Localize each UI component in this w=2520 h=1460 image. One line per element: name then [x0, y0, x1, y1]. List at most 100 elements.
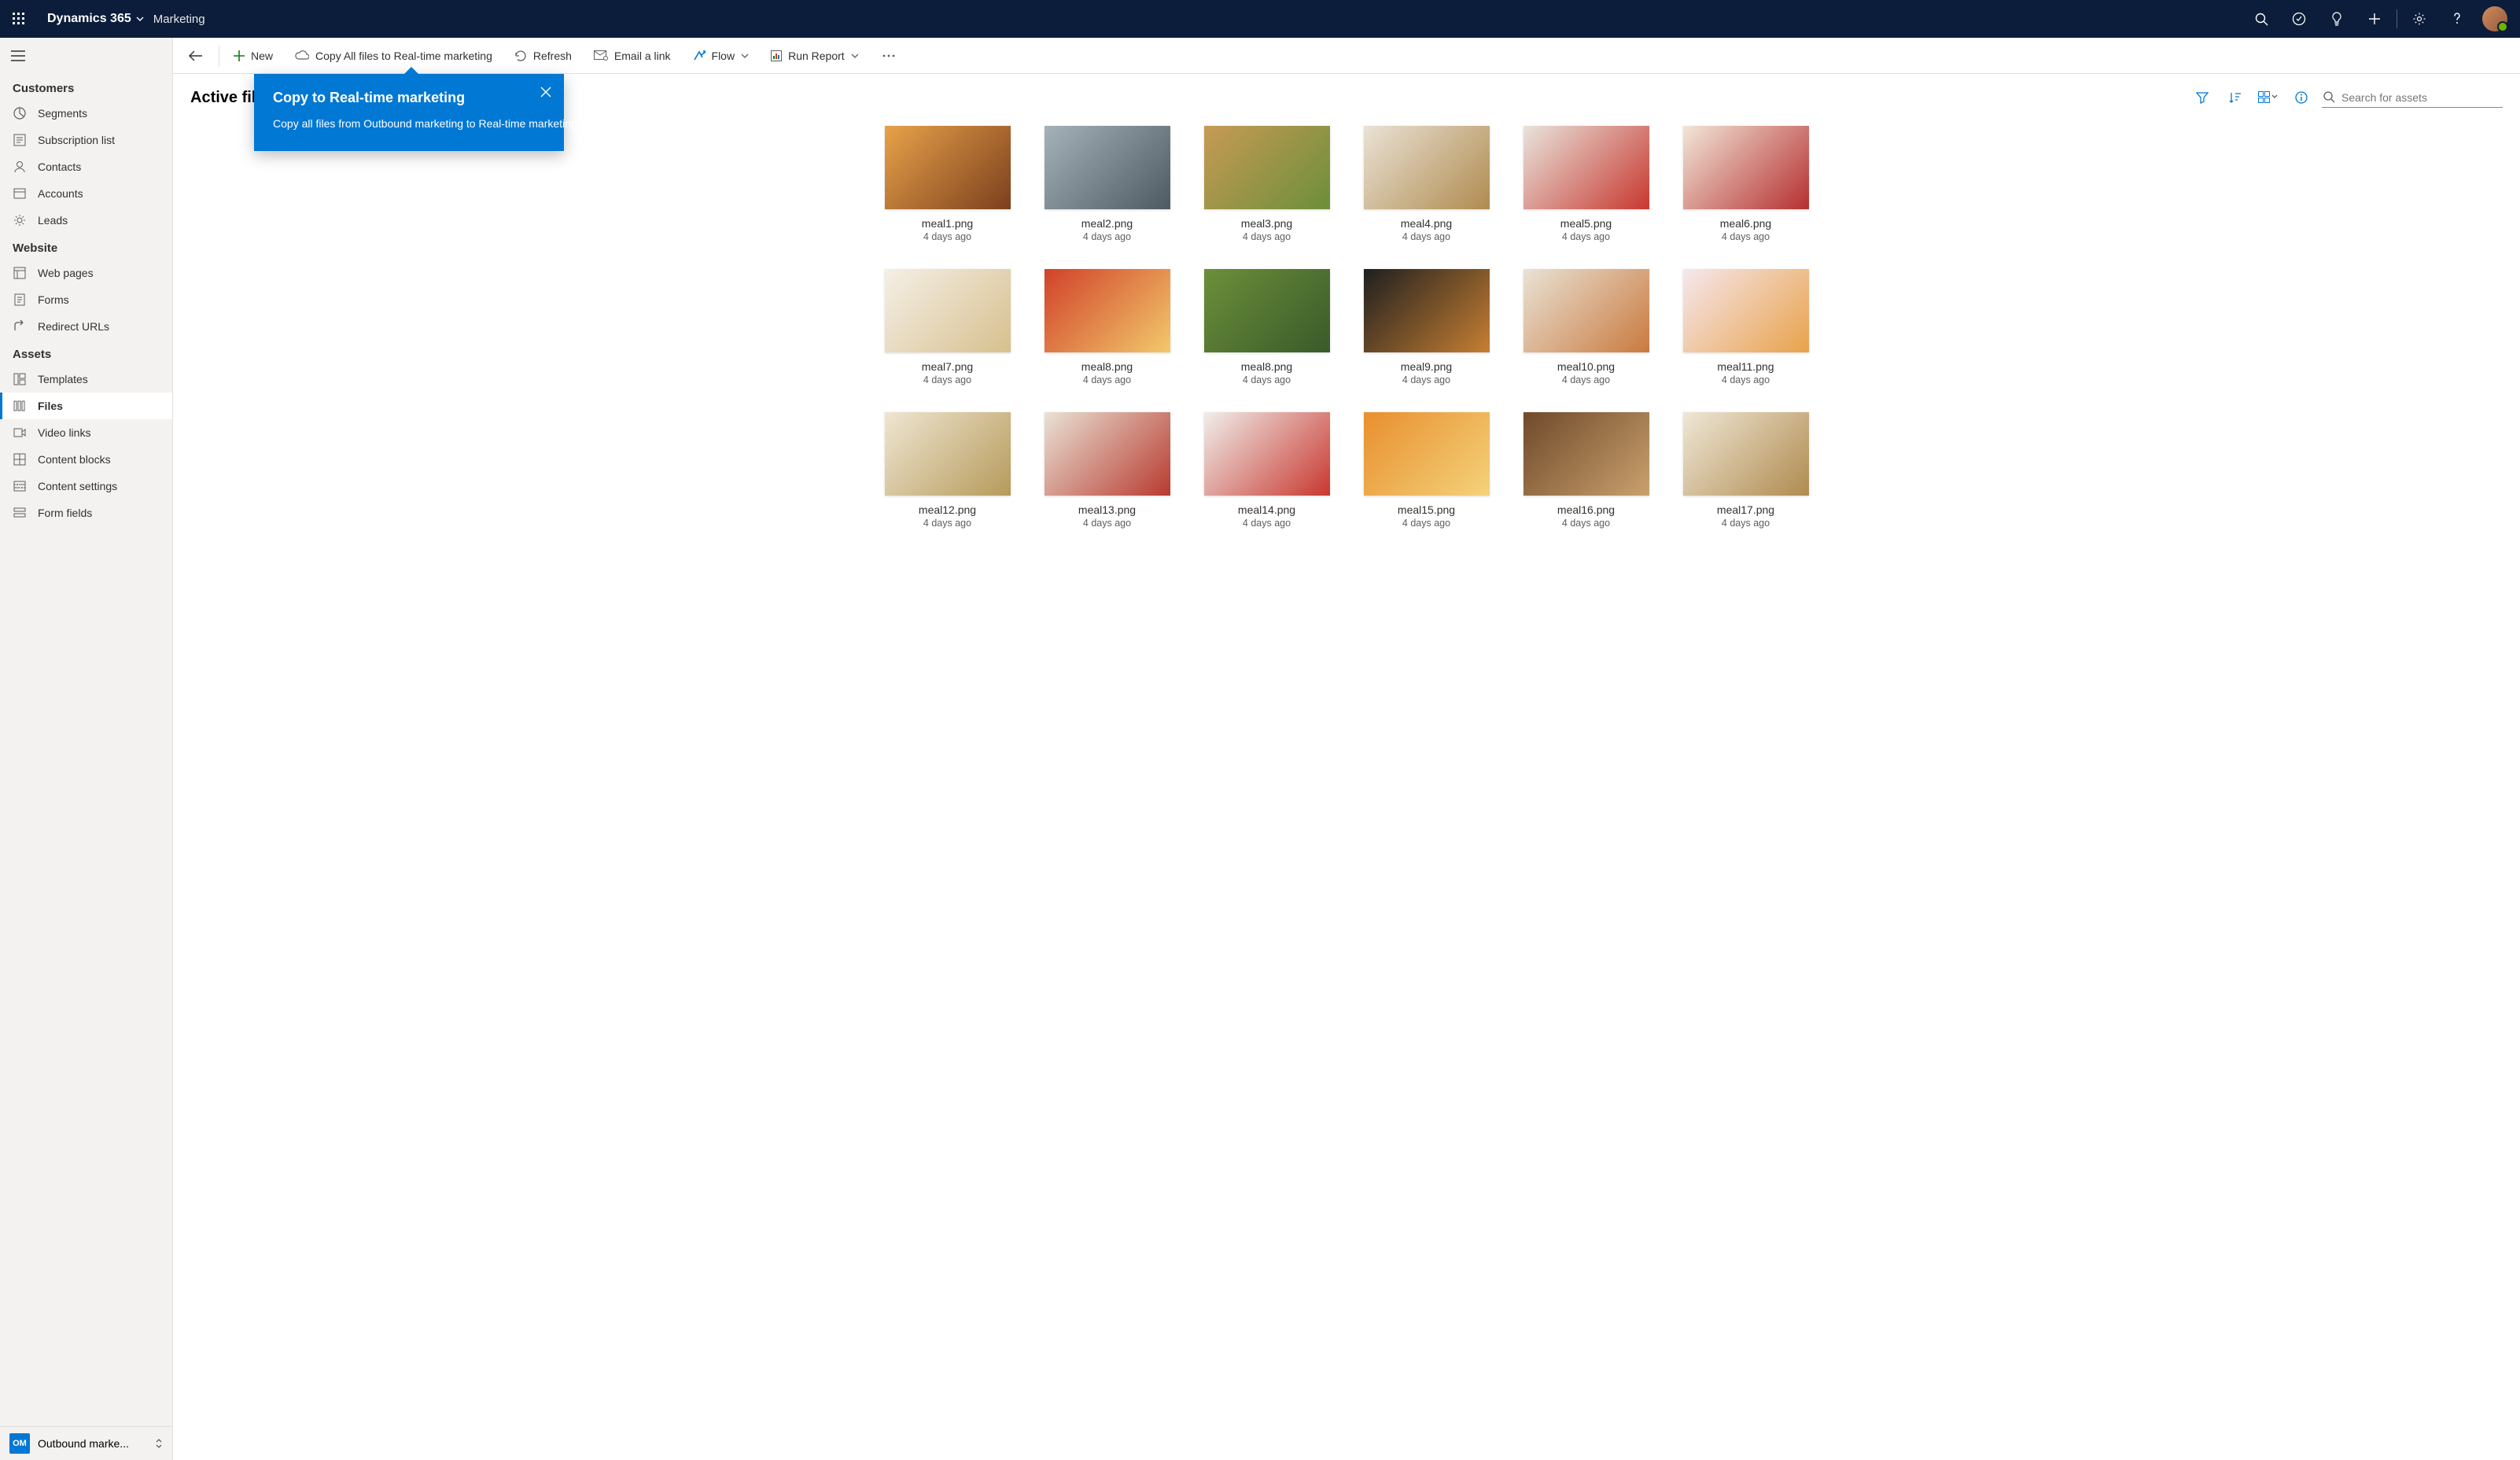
run-report-label: Run Report [788, 50, 845, 62]
file-card[interactable]: meal14.png 4 days ago [1194, 412, 1339, 529]
file-date: 4 days ago [1722, 518, 1770, 529]
nav-item-label: Form fields [38, 507, 92, 519]
file-card[interactable]: meal15.png4 days ago [1354, 412, 1499, 529]
copy-all-button[interactable]: Copy All files to Real-time marketing Co… [286, 38, 502, 74]
file-date: 4 days ago [1722, 231, 1770, 242]
plus-icon [2368, 13, 2381, 25]
help-button[interactable] [2438, 0, 2476, 38]
file-card[interactable]: meal2.png4 days ago [1034, 126, 1180, 242]
user-avatar[interactable] [2482, 6, 2507, 31]
task-button[interactable] [2280, 0, 2318, 38]
flow-button[interactable]: Flow [683, 38, 759, 74]
file-card[interactable]: meal7.png4 days ago [875, 269, 1020, 385]
formfields-icon [13, 506, 27, 520]
nav-item-label: Contacts [38, 160, 81, 173]
file-card[interactable]: meal6.png4 days ago [1673, 126, 1818, 242]
left-nav: Customers Segments Subscription list Contac… [0, 38, 173, 1460]
back-button[interactable] [178, 38, 214, 74]
nav-item-accounts[interactable]: Accounts [0, 180, 172, 207]
global-search-button[interactable] [2242, 0, 2280, 38]
file-name: meal10.png [1557, 360, 1615, 373]
email-link-button[interactable]: Email a link [584, 38, 680, 74]
nav-item-label: Templates [38, 373, 88, 385]
app-launcher-button[interactable] [0, 0, 38, 38]
nav-item-label: Files [38, 400, 63, 412]
file-date: 4 days ago [1722, 374, 1770, 385]
file-card[interactable]: meal12.png4 days ago [875, 412, 1020, 529]
file-card[interactable]: meal11.png4 days ago [1673, 269, 1818, 385]
refresh-label: Refresh [533, 50, 572, 62]
file-card[interactable]: meal1.png4 days ago [875, 126, 1020, 242]
file-card[interactable]: meal8.png4 days ago [1034, 269, 1180, 385]
file-card[interactable]: meal9.png4 days ago [1354, 269, 1499, 385]
nav-item-label: Video links [38, 426, 90, 439]
funnel-icon [2196, 91, 2209, 104]
nav-item-segments[interactable]: Segments [0, 100, 172, 127]
file-thumbnail [1364, 412, 1490, 496]
file-card[interactable]: meal13.png4 days ago [1034, 412, 1180, 529]
nav-item-video-links[interactable]: Video links [0, 419, 172, 446]
nav-item-leads[interactable]: Leads [0, 207, 172, 234]
file-card[interactable]: meal17.png4 days ago [1673, 412, 1818, 529]
file-card[interactable]: meal3.png4 days ago [1194, 126, 1339, 242]
file-date: 4 days ago [1243, 518, 1291, 529]
file-thumbnail [885, 126, 1011, 209]
file-card[interactable]: meal8.png4 days ago [1194, 269, 1339, 385]
chevron-down-icon [136, 15, 144, 23]
lightbulb-icon [2330, 12, 2343, 26]
file-thumbnail [1204, 126, 1330, 209]
nav-item-templates[interactable]: Templates [0, 366, 172, 393]
new-button[interactable]: New [224, 38, 282, 74]
product-switcher[interactable]: Dynamics 365 [38, 12, 149, 26]
command-bar: New Copy All files to Real-time marketin… [173, 38, 2520, 74]
file-name: meal14.png [1238, 503, 1295, 516]
nav-section-title: Assets [0, 340, 172, 366]
refresh-button[interactable]: Refresh [505, 38, 581, 74]
nav-item-form-fields[interactable]: Form fields [0, 500, 172, 526]
callout-close-button[interactable] [540, 87, 551, 98]
nav-item-content-settings[interactable]: Content settings [0, 473, 172, 500]
file-name: meal13.png [1078, 503, 1136, 516]
nav-item-contacts[interactable]: Contacts [0, 153, 172, 180]
webpages-icon [13, 266, 27, 280]
asset-search[interactable] [2322, 88, 2503, 108]
nav-section-title: Customers [0, 74, 172, 100]
nav-item-label: Segments [38, 107, 87, 120]
file-card[interactable]: meal10.png4 days ago [1513, 269, 1659, 385]
filter-button[interactable] [2190, 85, 2215, 110]
module-name: Marketing [153, 13, 205, 26]
nav-item-subscription-list[interactable]: Subscription list [0, 127, 172, 153]
callout-title: Copy to Real-time marketing [273, 90, 545, 106]
file-card[interactable]: meal5.png4 days ago [1513, 126, 1659, 242]
area-switcher[interactable]: OM Outbound marke... [0, 1426, 172, 1460]
sort-button[interactable] [2223, 85, 2248, 110]
info-button[interactable] [2289, 85, 2314, 110]
more-commands-button[interactable] [871, 38, 906, 74]
nav-item-content-blocks[interactable]: Content blocks [0, 446, 172, 473]
file-thumbnail [1364, 126, 1490, 209]
nav-item-web-pages[interactable]: Web pages [0, 260, 172, 286]
nav-item-label: Redirect URLs [38, 320, 109, 333]
run-report-button[interactable]: Run Report [761, 38, 868, 74]
nav-item-label: Leads [38, 214, 68, 227]
view-switch-button[interactable] [2256, 85, 2281, 110]
file-thumbnail [1523, 269, 1649, 352]
file-thumbnail [1523, 126, 1649, 209]
file-date: 4 days ago [1083, 231, 1131, 242]
global-topbar: Dynamics 365 Marketing [0, 0, 2520, 38]
collapse-nav-button[interactable] [0, 38, 172, 74]
nav-item-forms[interactable]: Forms [0, 286, 172, 313]
nav-item-files[interactable]: Files [0, 393, 172, 419]
assistant-button[interactable] [2318, 0, 2356, 38]
back-arrow-icon [189, 50, 203, 61]
callout-body: Copy all files from Outbound marketing t… [273, 116, 545, 132]
close-icon [540, 87, 551, 98]
nav-item-redirect-urls[interactable]: Redirect URLs [0, 313, 172, 340]
file-card[interactable]: meal16.png4 days ago [1513, 412, 1659, 529]
add-button[interactable] [2356, 0, 2393, 38]
file-thumbnail [1204, 412, 1330, 496]
asset-search-input[interactable] [2341, 91, 2501, 104]
settings-button[interactable] [2400, 0, 2438, 38]
product-name: Dynamics 365 [47, 12, 131, 26]
file-card[interactable]: meal4.png4 days ago [1354, 126, 1499, 242]
